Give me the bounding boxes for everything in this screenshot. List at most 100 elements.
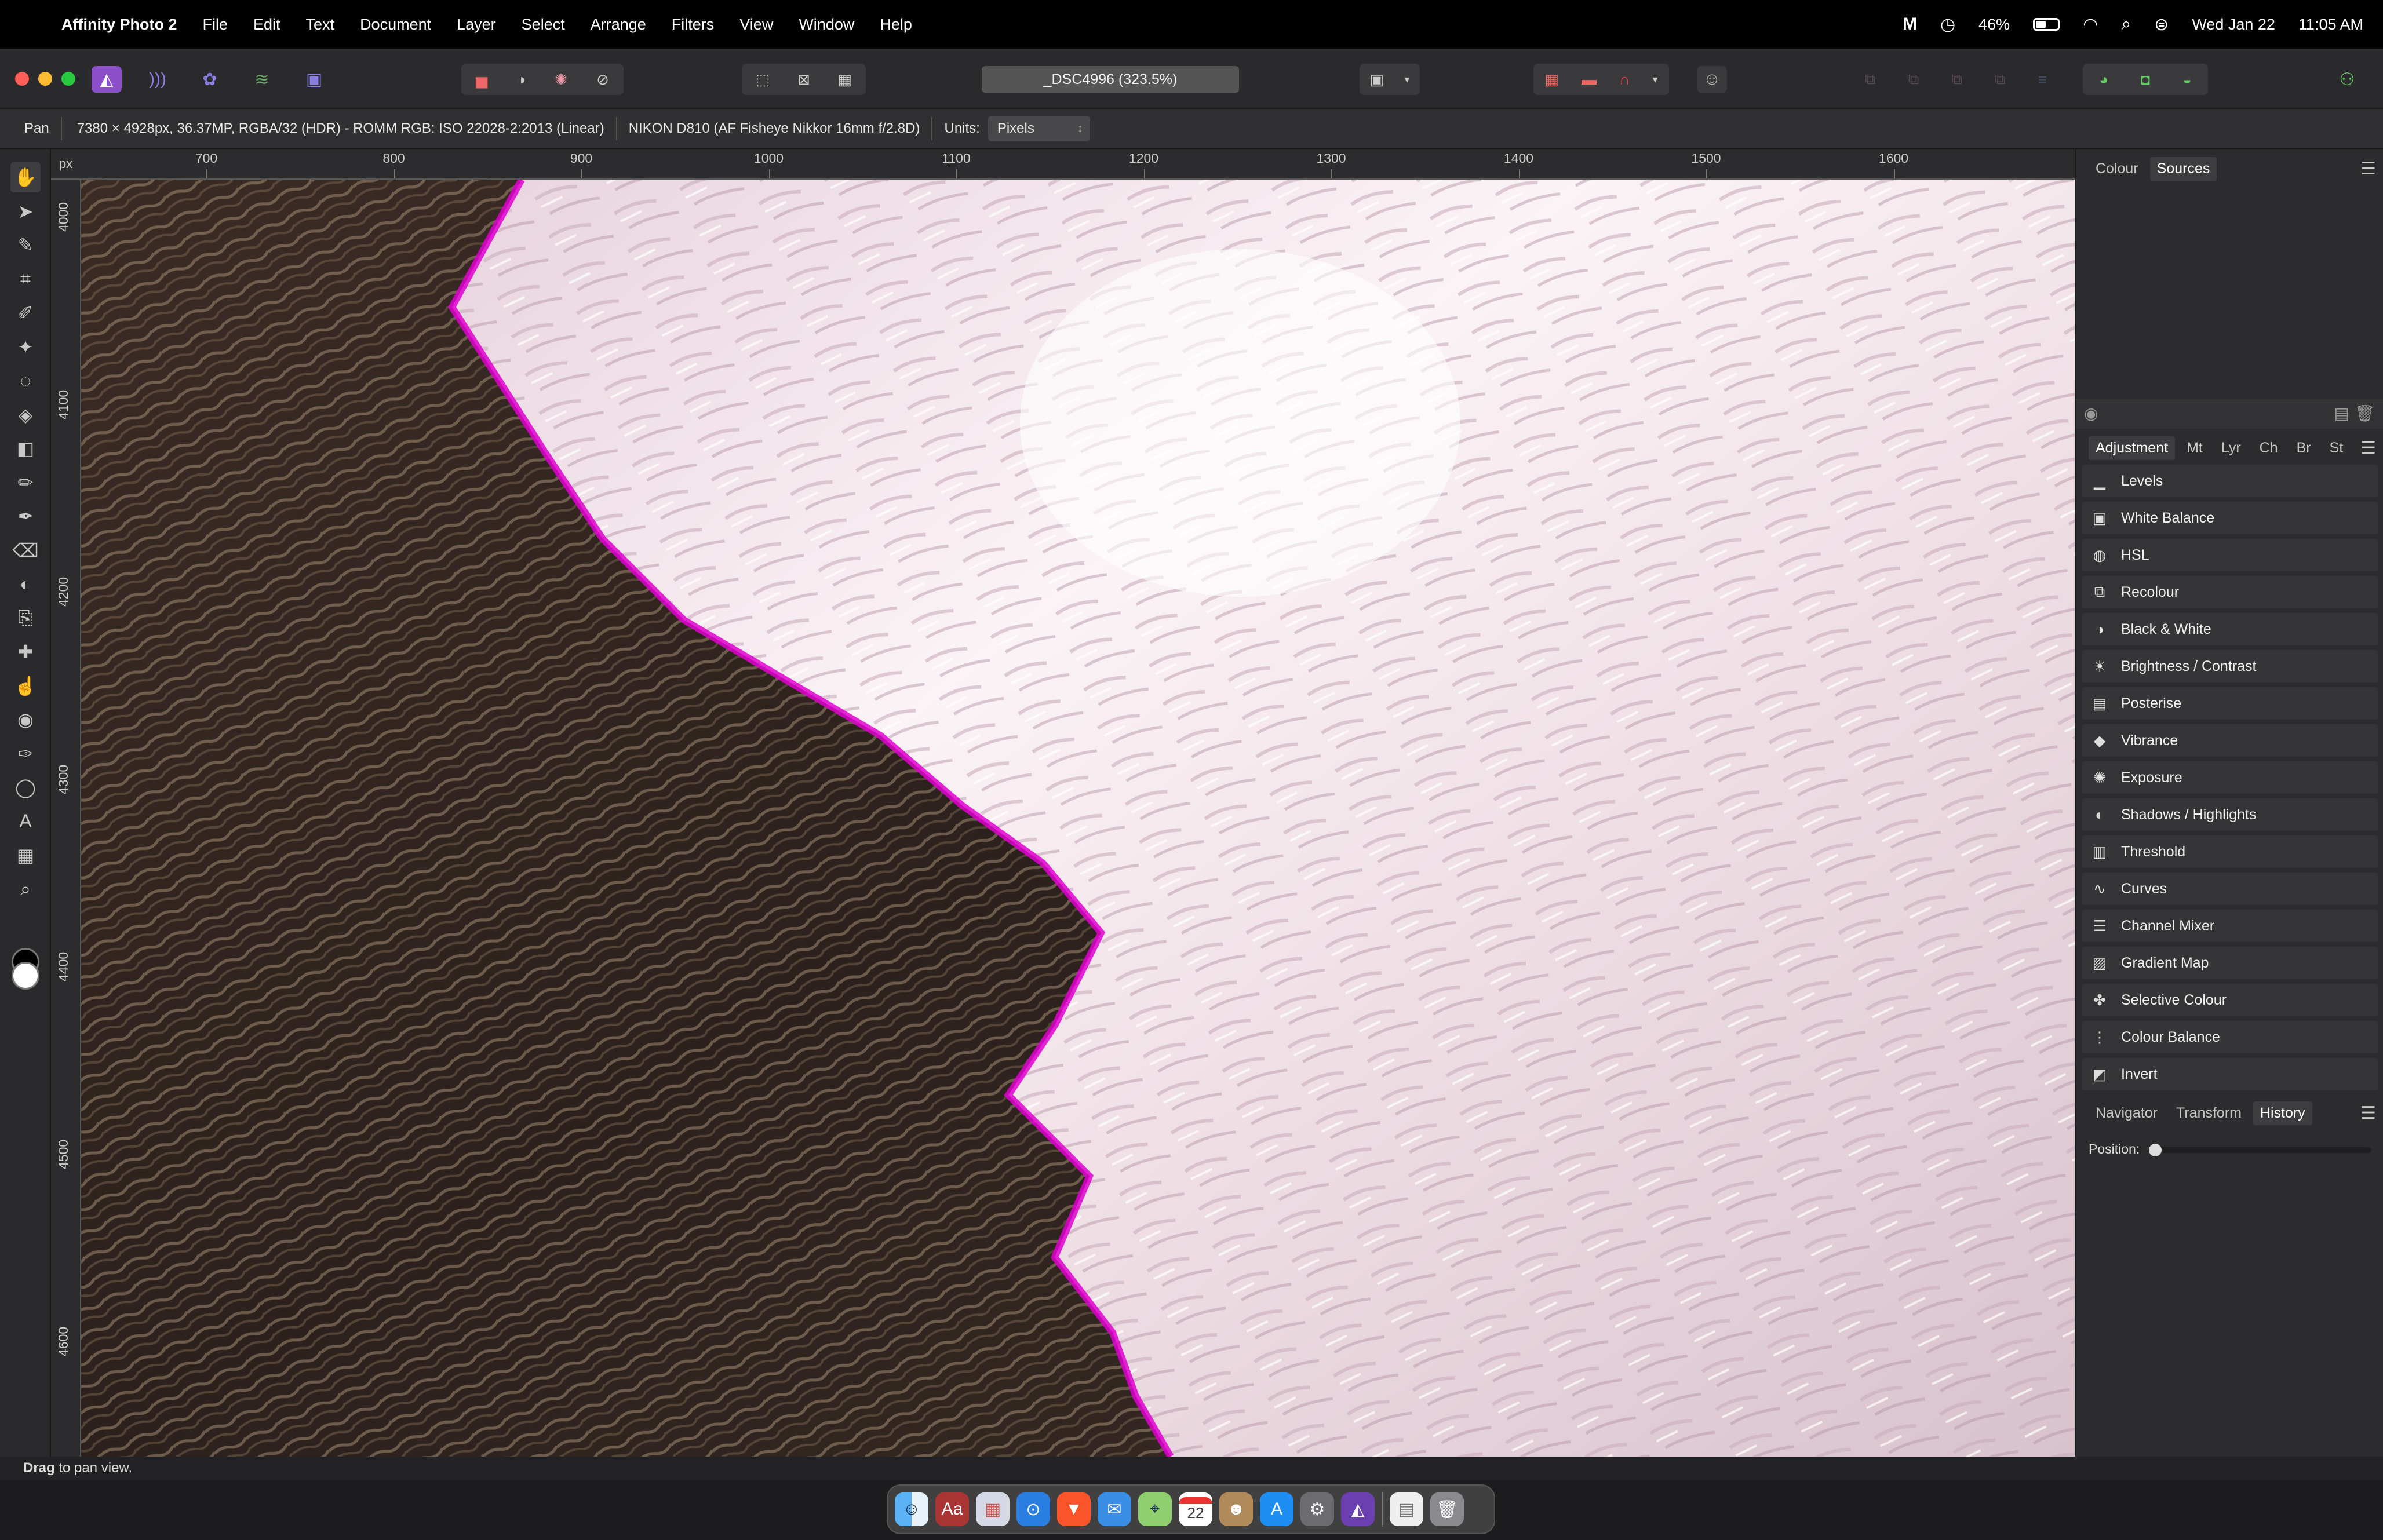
adjustment-hsl[interactable]: ◍ HSL — [2082, 539, 2378, 571]
red-eye-tool-icon[interactable]: ◉ — [10, 705, 41, 735]
adjustment-shadows-highlights[interactable]: ◐ Shadows / Highlights — [2082, 798, 2378, 831]
system-settings-icon[interactable]: ⚙ — [1300, 1492, 1334, 1526]
artistic-text-tool-icon[interactable]: A — [10, 807, 41, 837]
menu-select[interactable]: Select — [522, 16, 565, 34]
smudge-brush-tool-icon[interactable]: ☝ — [10, 671, 41, 701]
finder-icon[interactable]: ☺ — [895, 1492, 928, 1526]
crop-tool-icon[interactable]: ⌗ — [10, 264, 41, 294]
develop-persona-icon[interactable]: ✿ — [195, 66, 225, 93]
menu-view[interactable]: View — [739, 16, 773, 34]
align-icon[interactable]: ≡ — [2038, 71, 2047, 89]
document-icon[interactable]: ▤ — [1390, 1492, 1423, 1526]
account-icon[interactable]: ⚇ — [2332, 66, 2362, 93]
tab-colour[interactable]: Colour — [2089, 157, 2145, 181]
adjustment-channel-mixer[interactable]: ☰ Channel Mixer — [2082, 910, 2378, 942]
tab-sources[interactable]: Sources — [2149, 156, 2217, 181]
menu-filters[interactable]: Filters — [672, 16, 715, 34]
photo-persona-icon[interactable]: ◭ — [92, 66, 122, 93]
add-pixel-layer-icon[interactable]: ◕ — [2099, 71, 2108, 89]
wifi-icon[interactable]: ◠ — [2083, 14, 2098, 35]
adjustment-invert[interactable]: ◩ Invert — [2082, 1058, 2378, 1090]
app-menu[interactable]: Affinity Photo 2 — [61, 16, 177, 34]
menu-document[interactable]: Document — [360, 16, 431, 34]
adjustment-levels[interactable]: ▁ Levels — [2082, 465, 2378, 497]
panel-menu-icon[interactable]: ☰ — [2360, 159, 2376, 179]
add-mask-layer-icon[interactable]: ◘ — [2141, 71, 2150, 89]
units-select[interactable]: Pixels — [988, 116, 1090, 141]
adjustment-posterise[interactable]: ▤ Posterise — [2082, 687, 2378, 720]
primary-colour-swatch[interactable] — [12, 962, 39, 990]
adjustment-exposure[interactable]: ✺ Exposure — [2082, 761, 2378, 794]
paint-brush-tool-icon[interactable]: ✏ — [10, 468, 41, 498]
control-center-icon[interactable]: ⊜ — [2154, 14, 2169, 35]
arrange-backward-icon[interactable]: ⧉ — [1908, 70, 1919, 89]
mesh-warp-tool-icon[interactable]: ▦ — [10, 840, 41, 870]
liquify-persona-icon[interactable]: ))) — [143, 66, 173, 93]
visibility-eye-icon[interactable]: ◉ — [2084, 404, 2098, 423]
tone-mapping-persona-icon[interactable]: ≋ — [247, 66, 277, 93]
adjustment-selective-colour[interactable]: ✤ Selective Colour — [2082, 984, 2378, 1016]
arrange-front-icon[interactable]: ⧉ — [1995, 70, 2006, 89]
window-minimize-button[interactable] — [38, 72, 52, 86]
tab-transform[interactable]: Transform — [2169, 1101, 2249, 1125]
arrange-back-icon[interactable]: ⧉ — [1865, 70, 1876, 89]
histogram-icon[interactable]: ▅ — [476, 71, 487, 89]
tab-materials[interactable]: Mt — [2180, 436, 2210, 460]
quick-mask-dropdown-icon[interactable]: ▾ — [1404, 74, 1409, 86]
pen-tool-icon[interactable]: ✑ — [10, 739, 41, 769]
app-store-icon[interactable]: A — [1260, 1492, 1293, 1526]
adjustment-threshold[interactable]: ▥ Threshold — [2082, 835, 2378, 868]
adjustment-recolour[interactable]: ⧉ Recolour — [2082, 576, 2378, 608]
adjustment-white-balance[interactable]: ▣ White Balance — [2082, 502, 2378, 534]
blemish-removal-tool-icon[interactable]: ✚ — [10, 637, 41, 667]
menu-file[interactable]: File — [202, 16, 228, 34]
menu-extra-m-icon[interactable]: M — [1903, 14, 1917, 34]
color-picker-tool-icon[interactable]: ✎ — [10, 230, 41, 260]
battery-icon[interactable] — [2033, 18, 2060, 31]
spotlight-icon[interactable]: ⌕ — [2121, 14, 2131, 34]
snapping-magnet-icon[interactable]: ∩ — [1619, 71, 1630, 89]
freehand-selection-tool-icon[interactable]: ◌ — [10, 366, 41, 396]
arrange-forward-icon[interactable]: ⧉ — [1951, 70, 1962, 89]
tab-channels[interactable]: Ch — [2253, 436, 2285, 460]
export-persona-icon[interactable]: ▣ — [299, 66, 329, 93]
add-adjustment-icon[interactable]: ◒ — [2182, 71, 2192, 89]
colour-wheel-icon[interactable]: ✺ — [555, 71, 567, 89]
calendar-icon[interactable]: 22 — [1179, 1492, 1212, 1526]
window-zoom-button[interactable] — [61, 72, 75, 86]
tab-layers[interactable]: Lyr — [2214, 436, 2248, 460]
clone-brush-tool-icon[interactable]: ⎘ — [10, 603, 41, 633]
tab-navigator[interactable]: Navigator — [2089, 1101, 2165, 1125]
history-panel-menu-icon[interactable]: ☰ — [2360, 1103, 2376, 1123]
view-tool-icon[interactable]: ✋ — [10, 162, 41, 192]
safari-icon[interactable]: ⊙ — [1016, 1492, 1050, 1526]
gradient-tool-icon[interactable]: ◧ — [10, 433, 41, 464]
auto-contrast-icon[interactable]: ◑ — [516, 71, 526, 89]
tab-brushes[interactable]: Br — [2290, 436, 2318, 460]
tab-styles[interactable]: St — [2323, 436, 2351, 460]
menu-date[interactable]: Wed Jan 22 — [2192, 16, 2275, 34]
adjustment-black-white[interactable]: ◑ Black & White — [2082, 613, 2378, 645]
move-by-whole-pixels-icon[interactable]: ▬ — [1582, 71, 1597, 89]
dictionary-icon[interactable]: Aa — [935, 1492, 969, 1526]
add-source-icon[interactable]: ▤ — [2334, 404, 2349, 423]
menu-help[interactable]: Help — [880, 16, 912, 34]
menu-edit[interactable]: Edit — [253, 16, 280, 34]
ellipse-tool-icon[interactable]: ◯ — [10, 772, 41, 802]
document-title[interactable]: _DSC4996 (323.5%) — [982, 66, 1239, 93]
adjustment-gradient-map[interactable]: ▨ Gradient Map — [2082, 947, 2378, 979]
history-slider-knob[interactable] — [2149, 1144, 2162, 1156]
adjustment-panel-menu-icon[interactable]: ☰ — [2360, 438, 2376, 458]
delete-source-icon[interactable]: 🗑 — [2354, 404, 2375, 423]
contacts-icon[interactable]: ☻ — [1219, 1492, 1253, 1526]
flood-fill-tool-icon[interactable]: ◈ — [10, 400, 41, 430]
launchpad-icon[interactable]: ▦ — [976, 1492, 1010, 1526]
force-pixel-alignment-icon[interactable]: ▦ — [1544, 71, 1559, 89]
deselect-icon[interactable]: ⊠ — [797, 71, 810, 89]
invert-selection-icon[interactable]: ▦ — [838, 71, 852, 89]
dodge-brush-tool-icon[interactable]: ◐ — [10, 569, 41, 599]
menu-text[interactable]: Text — [306, 16, 335, 34]
menu-window[interactable]: Window — [799, 16, 854, 34]
flood-select-tool-icon[interactable]: ✦ — [10, 332, 41, 362]
white-balance-toggle-icon[interactable]: ⊘ — [596, 71, 609, 89]
